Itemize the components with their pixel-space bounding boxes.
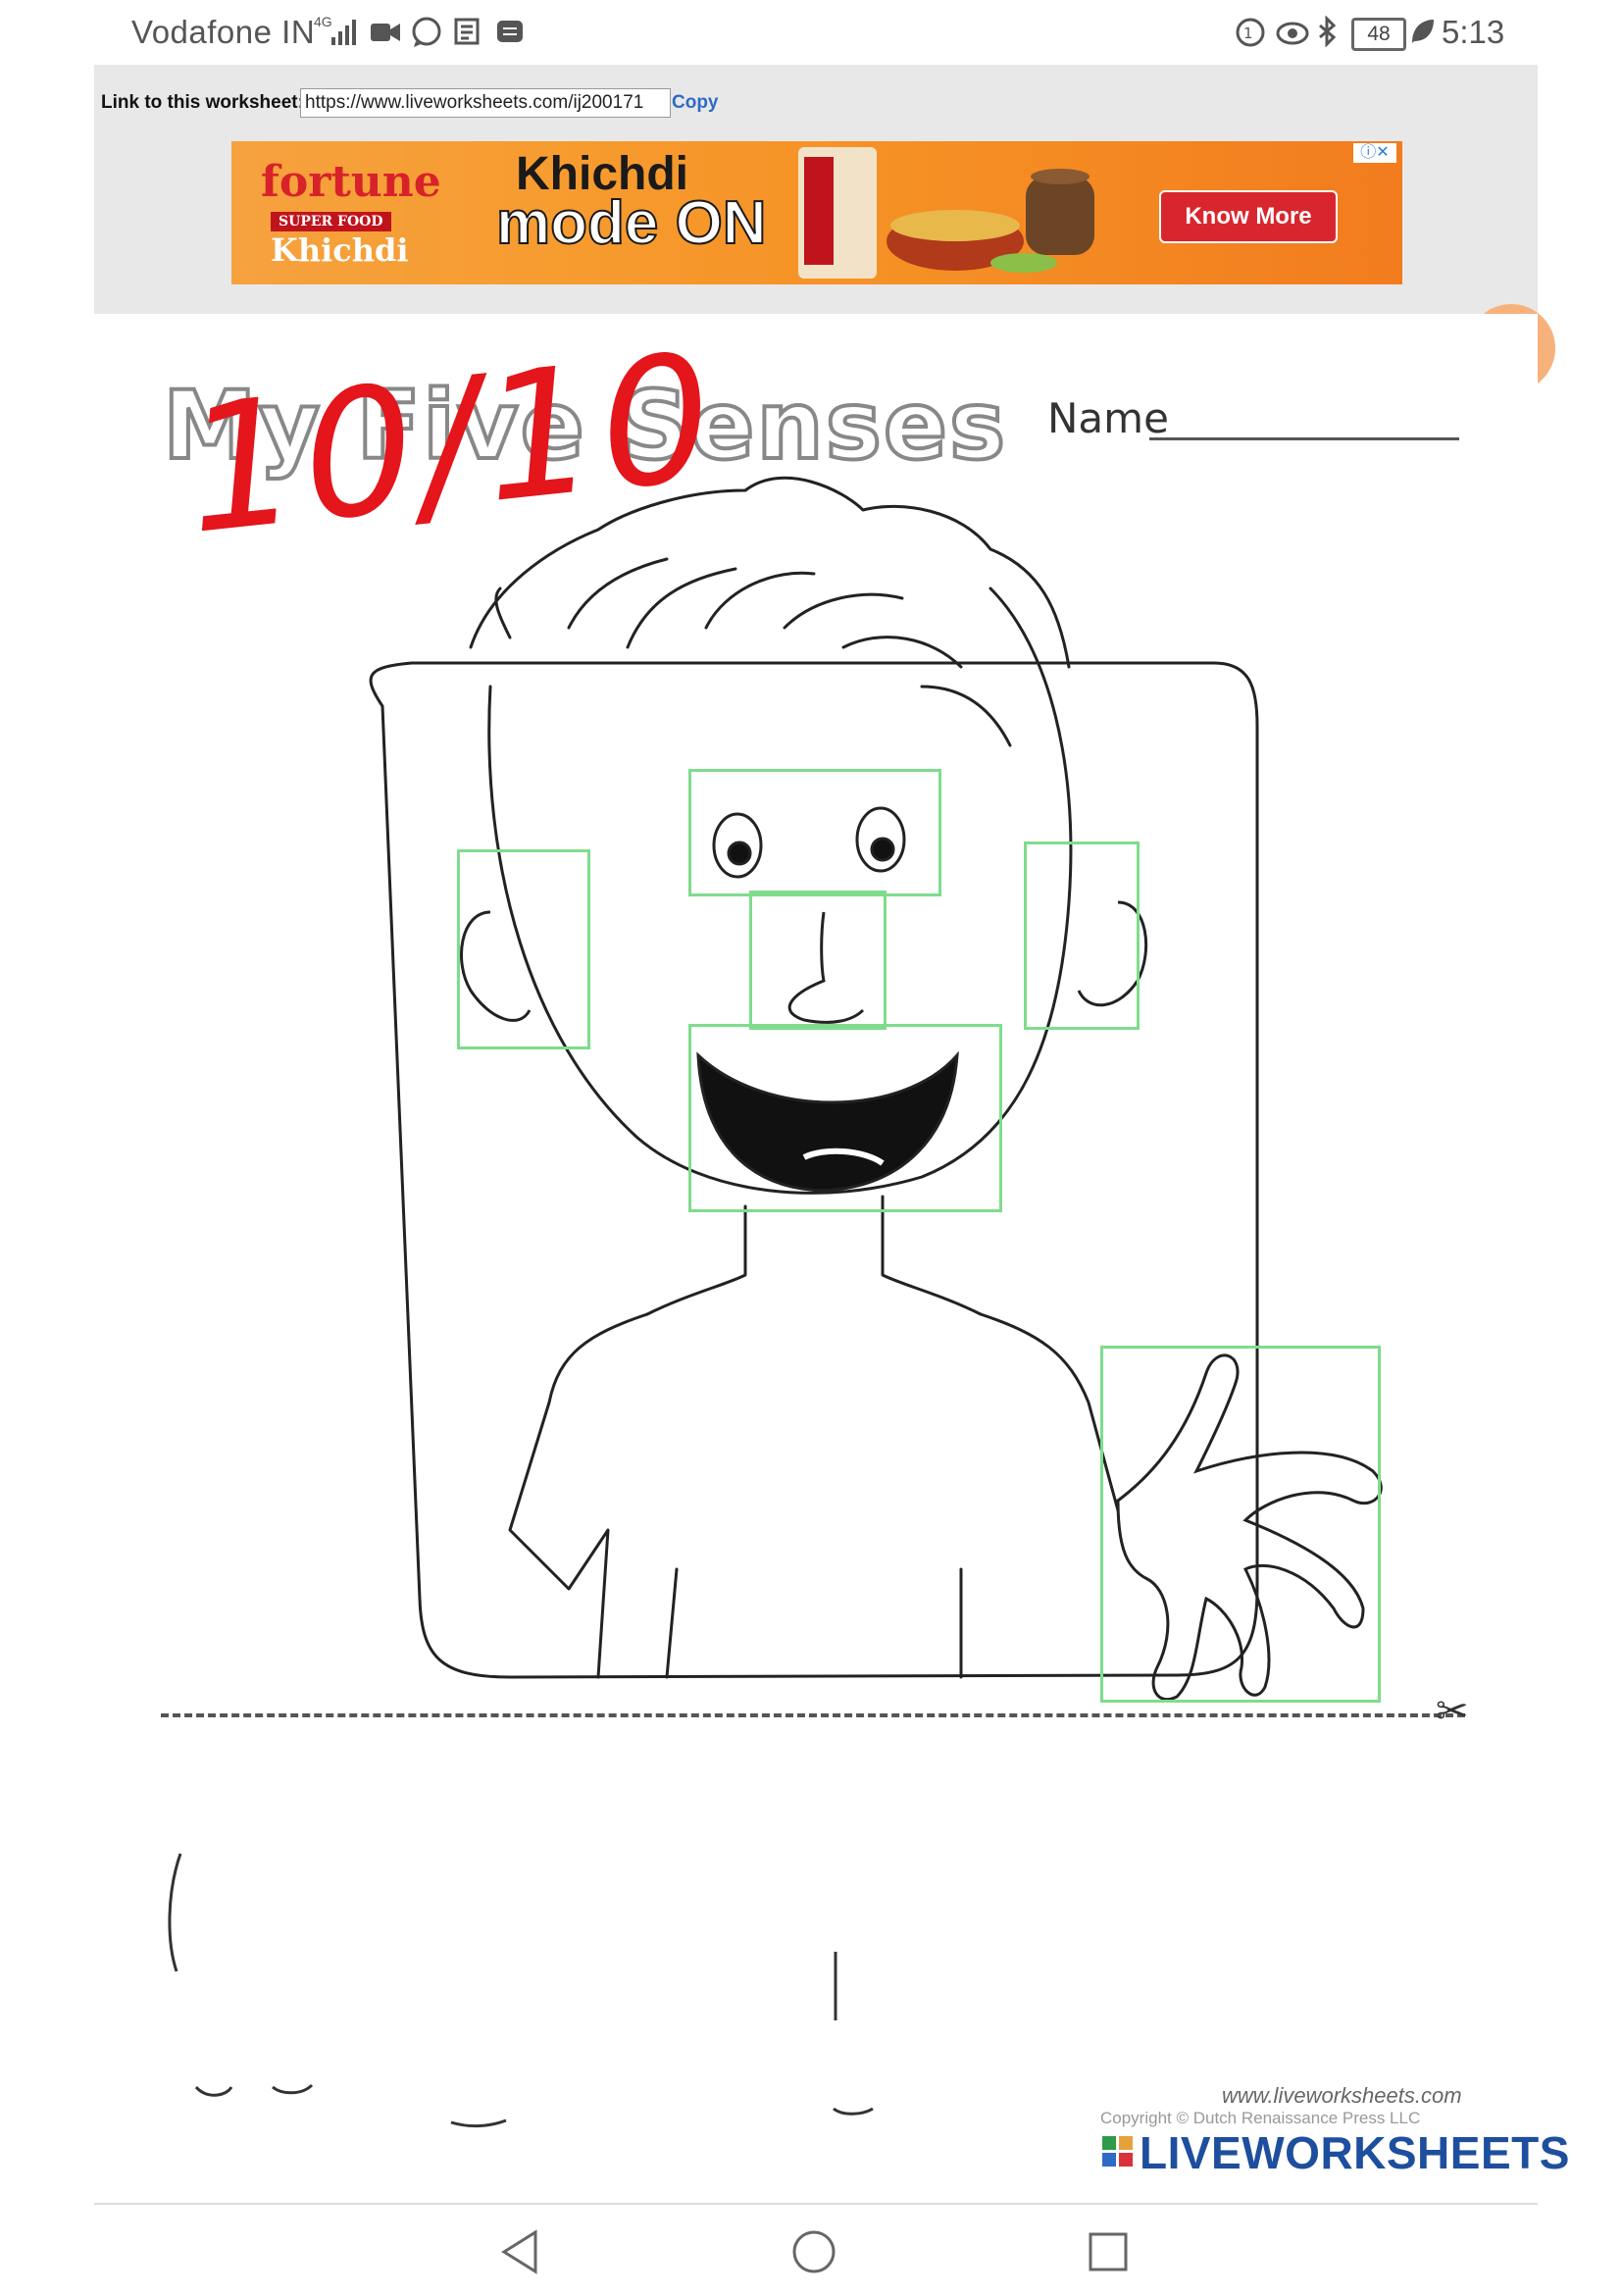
answer-box-left-ear[interactable] (457, 849, 590, 1049)
home-icon[interactable] (790, 2228, 837, 2275)
credit-site: www.liveworksheets.com (1222, 2083, 1462, 2108)
liveworksheets-logo-icon (1102, 2136, 1136, 2169)
credit-copyright: Copyright © Dutch Renaissance Press LLC (1100, 2109, 1421, 2127)
answer-box-mouth[interactable] (688, 1024, 1002, 1212)
answer-box-hand[interactable] (1100, 1346, 1381, 1703)
cut-line (161, 1713, 1465, 1717)
scissors-icon: ✂ (1436, 1690, 1469, 1733)
answer-box-nose[interactable] (749, 891, 887, 1030)
answer-box-right-ear[interactable] (1024, 842, 1140, 1030)
answer-box-eyes[interactable] (688, 769, 941, 896)
lower-sketch-fragments (168, 1853, 874, 2128)
back-icon[interactable] (498, 2228, 541, 2275)
recents-icon[interactable] (1087, 2230, 1130, 2273)
liveworksheets-logo[interactable]: LIVEWORKSHEETS (1140, 2126, 1570, 2179)
